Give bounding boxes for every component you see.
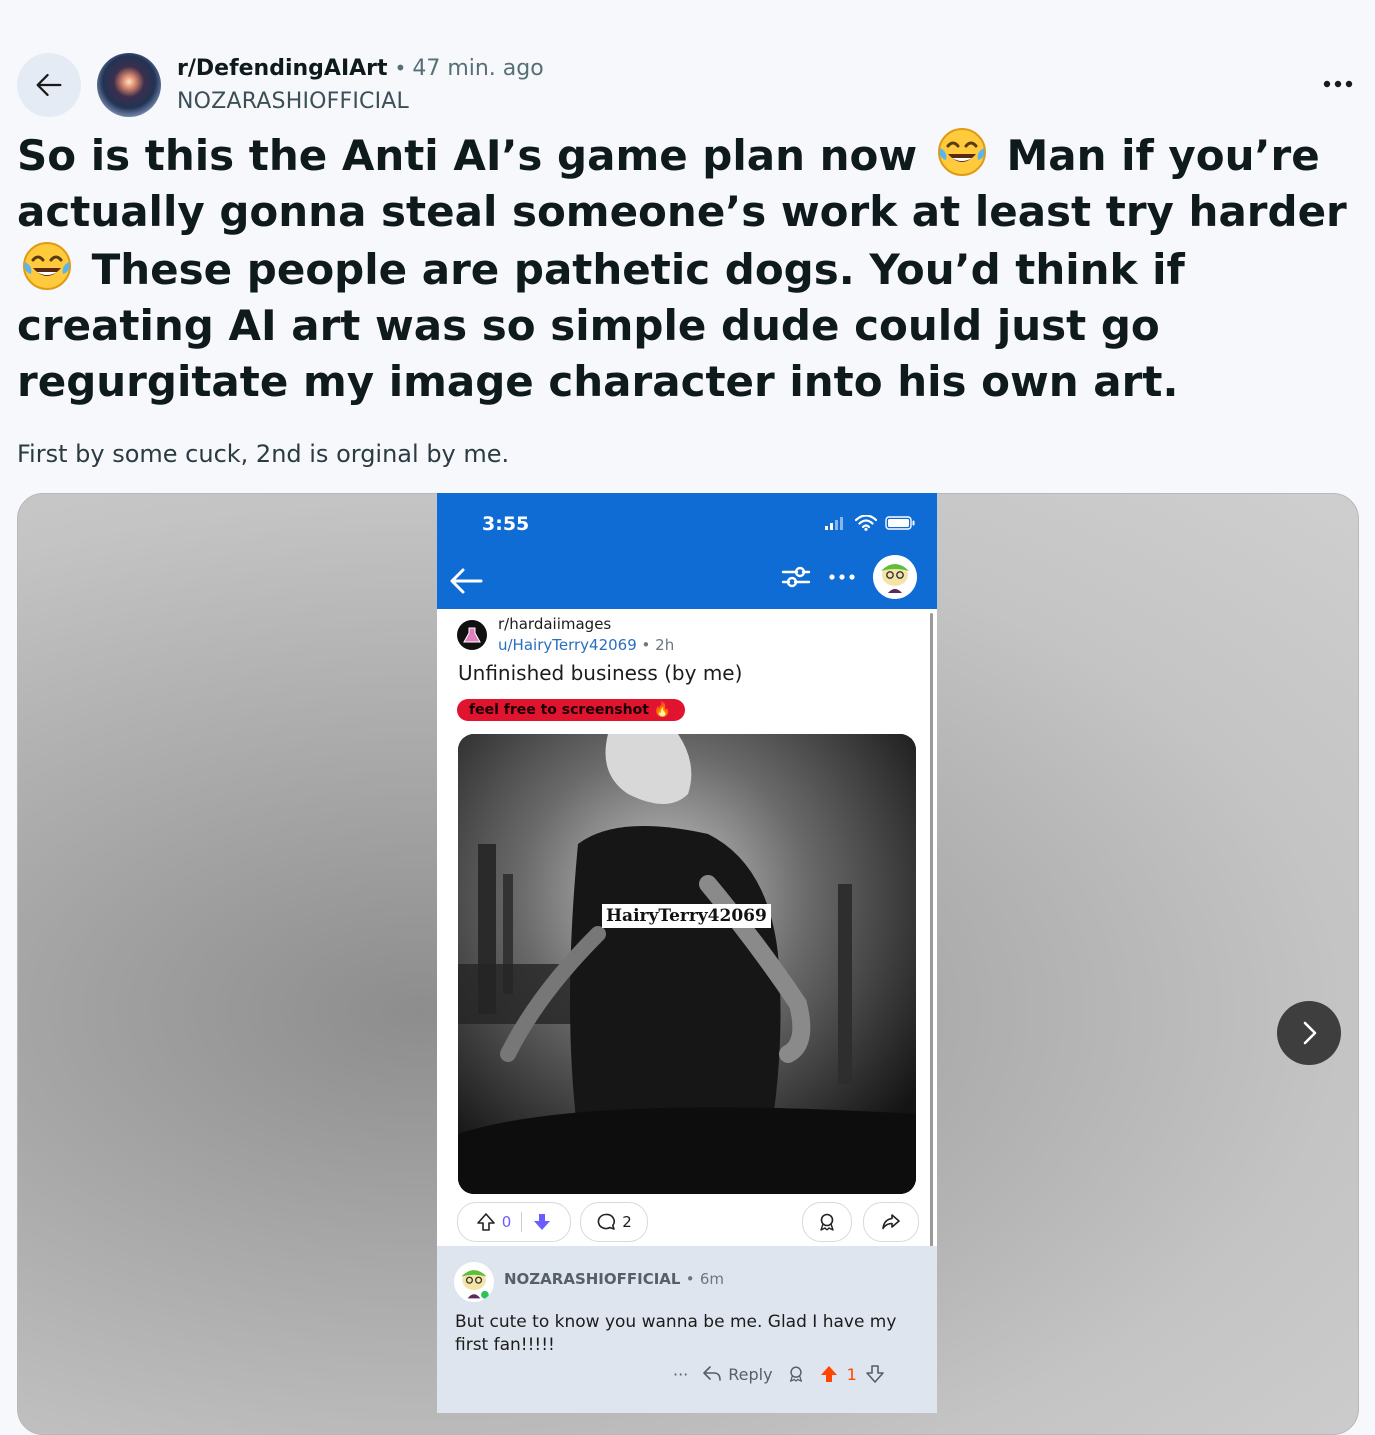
screenshot-app-bar: 3:55	[437, 493, 937, 609]
screenshot-comment-author-line: NOZARASHIOFFICIAL • 6m	[504, 1270, 724, 1288]
screenshot-watermark: HairyTerry42069	[602, 904, 771, 928]
screenshot-subreddit-avatar	[457, 620, 487, 650]
downvote-outline-icon	[865, 1365, 884, 1383]
screenshot-status-icons	[825, 515, 915, 531]
arrow-left-icon	[36, 73, 62, 97]
title-part-3: These people are pathetic dogs. You’d th…	[17, 245, 1185, 406]
screenshot-vote-pill: 0	[457, 1202, 571, 1242]
share-icon	[882, 1214, 900, 1230]
screenshot-comment-time: 6m	[699, 1270, 724, 1288]
screenshot-comment-author: NOZARASHIOFFICIAL	[504, 1270, 681, 1288]
post-title: So is this the Anti AI’s game plan now M…	[17, 126, 1357, 410]
upvote-filled-icon	[820, 1366, 837, 1382]
screenshot-reply-label: Reply	[728, 1364, 773, 1384]
screenshot-share-pill	[863, 1202, 919, 1242]
screenshot-comment-vote-count: 1	[846, 1364, 857, 1384]
skeleton-figure-artwork	[458, 734, 916, 1194]
post-body: First by some cuck, 2nd is orginal by me…	[17, 440, 510, 468]
comment-icon	[597, 1213, 616, 1230]
ellipsis-icon	[1323, 80, 1353, 88]
ellipsis-icon	[829, 574, 855, 580]
meta-separator: •	[394, 56, 407, 80]
vote-divider	[521, 1212, 523, 1232]
more-options-button[interactable]	[1310, 64, 1366, 104]
chevron-right-icon	[1303, 1021, 1317, 1045]
screenshot-post-title: Unfinished business (by me)	[458, 661, 743, 685]
screenshot-upvote-count: 0	[501, 1213, 512, 1231]
subreddit-link[interactable]: r/DefendingAIArt	[177, 56, 388, 81]
gallery-image-screenshot: 3:55 r/hardaiimages u/HairyTerry42069 • …	[437, 493, 937, 1413]
screenshot-post-time: 2h	[655, 636, 675, 654]
upvote-outline-icon	[476, 1213, 495, 1231]
screenshot-comment-count: 2	[622, 1213, 632, 1231]
screenshot-user-avatar	[873, 555, 917, 599]
gallery-next-button[interactable]	[1277, 1001, 1341, 1065]
screenshot-comments-pill: 2	[580, 1202, 648, 1242]
screenshot-comment-reply: Reply	[702, 1364, 773, 1384]
arrow-left-icon	[450, 568, 483, 594]
flask-icon	[463, 627, 481, 643]
signal-icon	[825, 517, 843, 530]
screenshot-award-pill	[802, 1202, 852, 1242]
screenshot-artwork: HairyTerry42069	[458, 734, 916, 1194]
back-button[interactable]	[17, 53, 81, 117]
title-part-1: So is this the Anti AI’s game plan now	[17, 131, 918, 180]
face-with-tears-of-joy-icon	[937, 128, 986, 176]
screenshot-status-time: 3:55	[482, 513, 530, 535]
screenshot-action-bar: 0 2	[457, 1202, 919, 1242]
screenshot-comment-text: But cute to know you wanna be me. Glad I…	[455, 1312, 897, 1355]
snoo-avatar-icon	[873, 555, 917, 599]
screenshot-comment-actions: ··· Reply 1	[673, 1364, 885, 1384]
snoo-avatar-icon	[454, 1262, 494, 1302]
screenshot-toolbar	[781, 555, 917, 599]
author-link[interactable]: NOZARASHIOFFICIAL	[177, 89, 409, 114]
face-with-tears-of-joy-icon	[23, 242, 71, 290]
screenshot-comment: NOZARASHIOFFICIAL • 6m But cute to know …	[437, 1246, 937, 1413]
screenshot-comment-avatar	[454, 1262, 494, 1302]
post-meta: r/DefendingAIArt • 47 min. ago	[177, 56, 544, 86]
subreddit-avatar[interactable]	[97, 53, 161, 117]
screenshot-dot: •	[641, 636, 651, 654]
screenshot-comment-dot: •	[685, 1270, 695, 1288]
award-icon	[820, 1213, 834, 1231]
reply-icon	[703, 1366, 722, 1381]
wifi-icon	[855, 515, 877, 531]
battery-icon	[885, 516, 915, 530]
screenshot-flair: feel free to screenshot 🔥	[457, 699, 686, 721]
screenshot-subreddit: r/hardaiimages	[498, 615, 612, 633]
award-icon	[789, 1366, 802, 1382]
downvote-filled-icon	[534, 1214, 551, 1230]
screenshot-user-line: u/HairyTerry42069 • 2h	[498, 636, 674, 654]
screenshot-username: u/HairyTerry42069	[498, 636, 637, 654]
screenshot-comment-votes: 1	[819, 1364, 885, 1384]
screenshot-comment-more: ···	[673, 1364, 689, 1384]
filter-icon	[781, 566, 811, 588]
post-time: 47 min. ago	[412, 56, 544, 81]
